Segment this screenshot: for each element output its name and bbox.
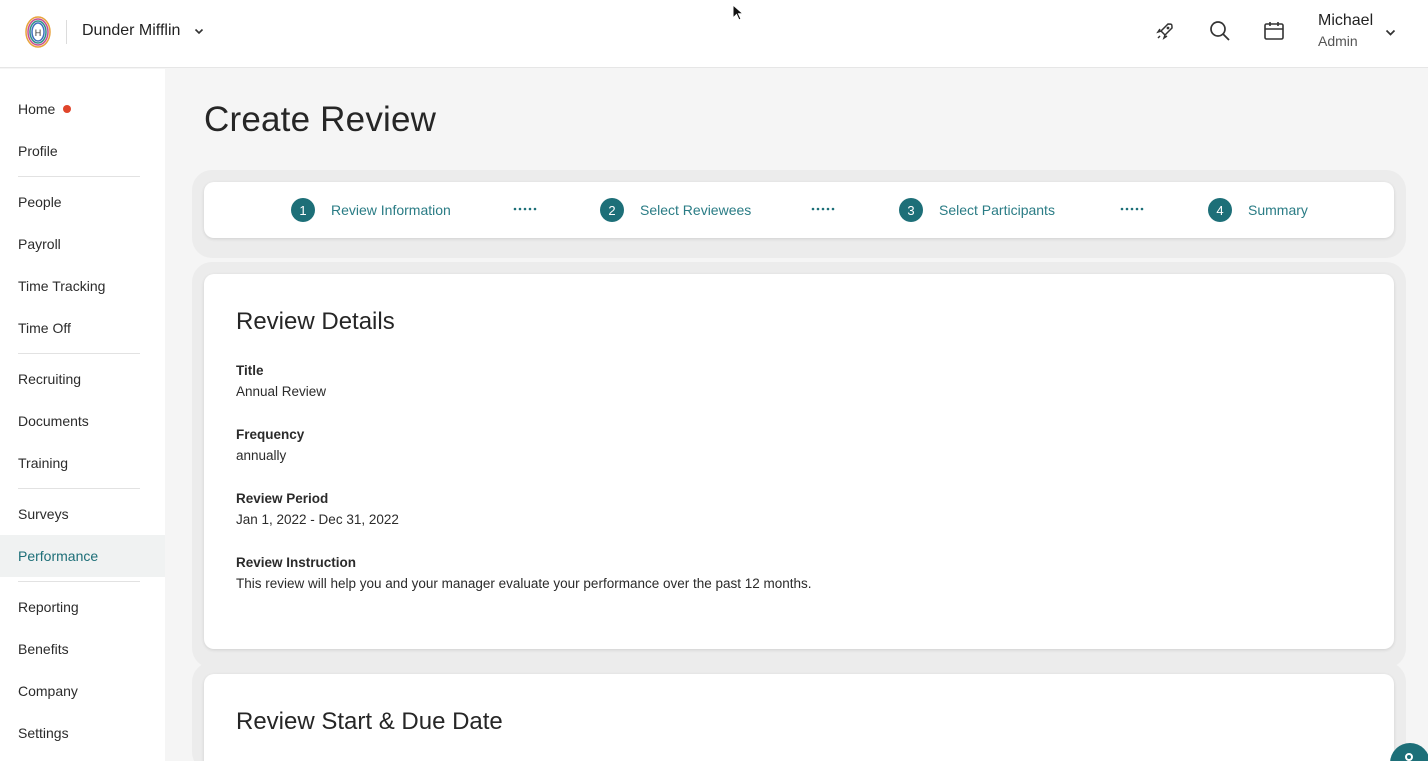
search-icon[interactable] [1209, 20, 1231, 42]
step-review-information[interactable]: 1 Review Information [291, 198, 451, 222]
nav-divider [18, 353, 140, 354]
chevron-down-icon[interactable] [1385, 27, 1396, 38]
chevron-down-icon [195, 28, 204, 35]
sidebar-item-people[interactable]: People [0, 181, 165, 223]
calendar-icon[interactable] [1263, 20, 1285, 42]
sidebar-item-label: Benefits [18, 641, 69, 657]
svg-text:H: H [35, 28, 42, 38]
sidebar-item-label: Home [18, 101, 56, 117]
step-number: 2 [600, 198, 624, 222]
nav-divider [18, 581, 140, 582]
user-role: Admin [1318, 33, 1358, 49]
company-name: Dunder Mifflin [82, 22, 181, 39]
user-menu[interactable]: Michael Admin [1318, 12, 1373, 49]
sidebar-item-company[interactable]: Company [0, 670, 165, 712]
header-divider [66, 20, 67, 44]
sidebar-item-training[interactable]: Training [0, 442, 165, 484]
nav-divider [18, 176, 140, 177]
rocket-icon[interactable] [1154, 20, 1176, 42]
section-heading: Review Start & Due Date [236, 708, 503, 735]
sidebar-item-recruiting[interactable]: Recruiting [0, 358, 165, 400]
sidebar-item-label: Payroll [18, 236, 61, 252]
help-icon [1405, 753, 1413, 761]
field-frequency: Frequency annually [236, 427, 304, 463]
company-switcher[interactable]: Dunder Mifflin [82, 22, 204, 40]
field-label: Frequency [236, 427, 305, 442]
step-label: Select Participants [939, 202, 1055, 218]
review-details-card: Review Details Title Annual Review Frequ… [204, 274, 1394, 649]
sidebar-item-label: Performance [18, 548, 99, 564]
sidebar-item-label: Company [18, 683, 78, 699]
progress-stepper: 1 Review Information 2 Select Reviewees … [204, 182, 1394, 238]
field-value: Annual Review [236, 384, 327, 399]
sidebar-item-documents[interactable]: Documents [0, 400, 165, 442]
field-label: Title [236, 363, 264, 378]
step-connector [811, 207, 835, 211]
field-label: Review Instruction [236, 555, 357, 570]
page-title: Create Review [204, 100, 437, 139]
step-connector [513, 207, 537, 211]
field-review-period: Review Period Jan 1, 2022 - Dec 31, 2022 [236, 491, 399, 527]
field-value: Jan 1, 2022 - Dec 31, 2022 [236, 512, 399, 527]
sidebar-item-surveys[interactable]: Surveys [0, 493, 165, 535]
sidebar-item-payroll[interactable]: Payroll [0, 223, 165, 265]
sidebar-item-label: People [18, 194, 62, 210]
sidebar-item-reporting[interactable]: Reporting [0, 586, 165, 628]
sidebar-item-benefits[interactable]: Benefits [0, 628, 165, 670]
sidebar-item-performance[interactable]: Performance [0, 535, 165, 577]
sidebar-item-profile[interactable]: Profile [0, 130, 165, 172]
sidebar-item-time-off[interactable]: Time Off [0, 307, 165, 349]
step-number: 4 [1208, 198, 1232, 222]
sidebar-item-home[interactable]: Home [0, 88, 165, 130]
sidebar-nav: Home Profile People Payroll Time Trackin… [0, 69, 165, 761]
step-number: 3 [899, 198, 923, 222]
step-label: Review Information [331, 202, 451, 218]
field-review-instruction: Review Instruction This review will help… [236, 555, 812, 591]
sidebar-item-label: Training [18, 455, 69, 471]
step-number: 1 [291, 198, 315, 222]
nav-divider [18, 488, 140, 489]
field-value: annually [236, 448, 287, 463]
sidebar-item-label: Time Tracking [18, 278, 106, 294]
sidebar-item-label: Surveys [18, 506, 69, 522]
sidebar-item-label: Settings [18, 725, 69, 741]
sidebar-item-label: Reporting [18, 599, 79, 615]
sidebar-item-label: Recruiting [18, 371, 82, 387]
step-label: Select Reviewees [640, 202, 752, 218]
sidebar-item-label: Profile [18, 143, 58, 159]
field-value: This review will help you and your manag… [236, 576, 812, 591]
field-title: Title Annual Review [236, 363, 326, 399]
step-select-participants[interactable]: 3 Select Participants [899, 198, 1055, 222]
logo-icon[interactable]: H [24, 15, 52, 49]
sidebar-item-label: Time Off [18, 320, 71, 336]
notification-dot [63, 105, 72, 113]
step-label: Summary [1248, 202, 1308, 218]
top-header: H Dunder Mifflin Michael Admin [0, 0, 1428, 68]
section-heading: Review Details [236, 308, 395, 335]
mouse-cursor-icon [732, 4, 744, 21]
sidebar-item-settings[interactable]: Settings [0, 712, 165, 754]
review-dates-card: Review Start & Due Date [204, 674, 1394, 761]
sidebar-item-time-tracking[interactable]: Time Tracking [0, 265, 165, 307]
field-label: Review Period [236, 491, 329, 506]
step-connector [1120, 207, 1144, 211]
step-select-reviewees[interactable]: 2 Select Reviewees [600, 198, 751, 222]
sidebar-item-label: Documents [18, 413, 89, 429]
step-summary[interactable]: 4 Summary [1208, 198, 1308, 222]
user-name: Michael [1318, 12, 1374, 29]
